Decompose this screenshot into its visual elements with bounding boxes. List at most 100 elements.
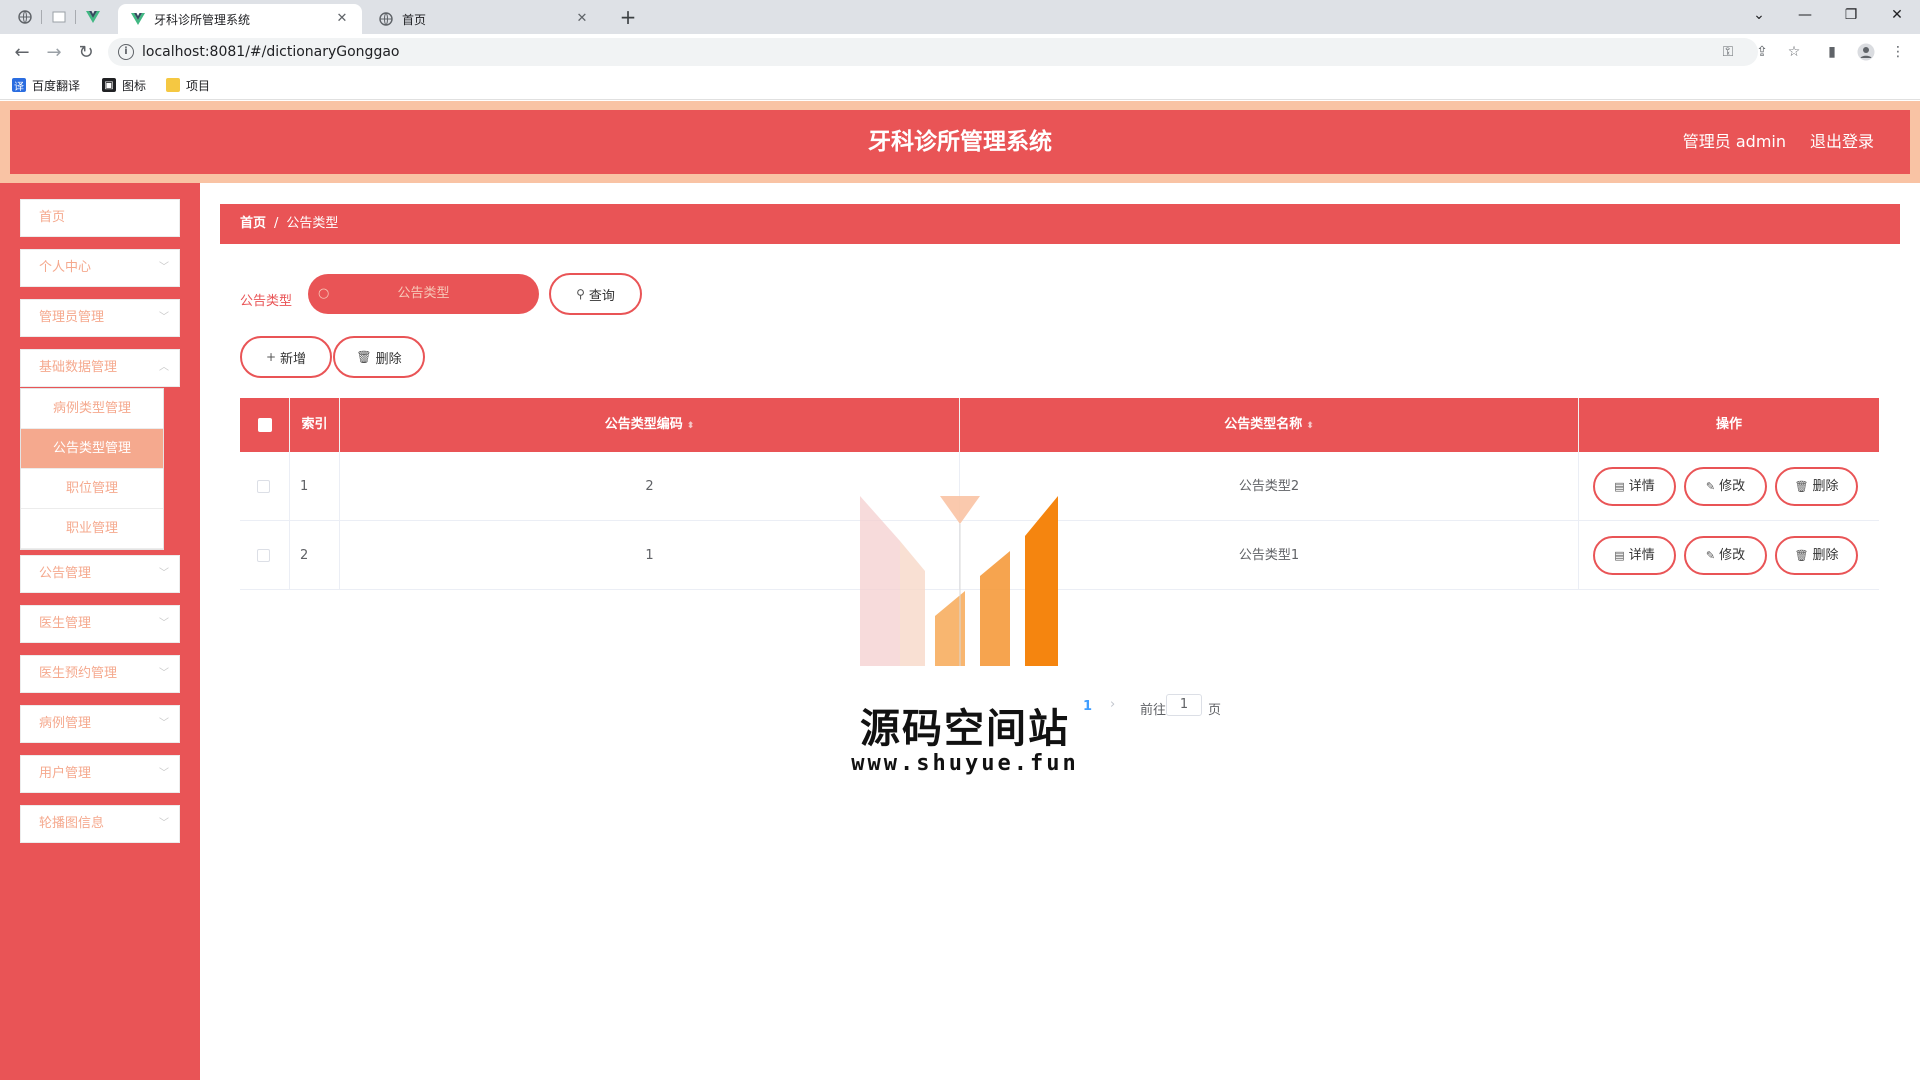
forward-icon[interactable]: →	[42, 40, 66, 64]
search-placeholder: 公告类型	[397, 286, 450, 301]
key-icon[interactable]: ⚿	[1718, 42, 1738, 62]
submenu-item-occupation[interactable]: 职业管理	[21, 509, 163, 549]
translate-icon: 译	[12, 78, 26, 93]
pinned-tab-2[interactable]	[42, 4, 76, 30]
row-code: 2	[340, 452, 960, 521]
sidebar-item-label: 管理员管理	[39, 310, 105, 325]
info-icon[interactable]: i	[118, 44, 134, 60]
chevron-down-icon: ﹀	[159, 568, 169, 579]
breadcrumb-current: 公告类型	[286, 216, 339, 231]
detail-button[interactable]: ▤ 详情	[1593, 467, 1676, 506]
next-page-icon[interactable]: ›	[1110, 697, 1115, 712]
bulk-delete-button[interactable]: 🗑 删除	[333, 336, 425, 378]
header-name[interactable]: 公告类型名称 ⬍	[960, 398, 1579, 452]
page-icon	[52, 11, 66, 23]
row-checkbox[interactable]	[257, 549, 270, 562]
select-all-checkbox[interactable]	[258, 418, 272, 432]
page-unit: 页	[1208, 703, 1222, 718]
submenu-item-position[interactable]: 职位管理	[21, 469, 163, 509]
sort-icon[interactable]: ⬍	[687, 421, 695, 431]
trash-icon: 🗑	[1794, 549, 1809, 562]
sort-icon[interactable]: ⬍	[1306, 421, 1314, 431]
trash-icon: 🗑	[1794, 480, 1809, 493]
new-tab-button[interactable]: +	[616, 6, 640, 30]
document-icon: ▤	[1614, 480, 1625, 493]
goto-page-input[interactable]: 1	[1166, 694, 1202, 716]
page-number-current[interactable]: 1	[1083, 699, 1092, 714]
sidebar-item-case[interactable]: 病例管理 ﹀	[20, 705, 180, 743]
pinned-tab-3[interactable]	[76, 4, 110, 30]
close-icon[interactable]: ✕	[334, 11, 350, 27]
browser-tab-strip: 牙科诊所管理系统 ✕ 首页 ✕ + ⌄ — ❐ ✕	[0, 0, 1920, 34]
chevron-up-icon: ︿	[159, 362, 169, 373]
window-close-icon[interactable]: ✕	[1874, 0, 1920, 30]
sidebar-item-home[interactable]: 首页	[20, 199, 180, 237]
delete-label: 删除	[1812, 479, 1839, 494]
chevron-down-icon: ﹀	[159, 668, 169, 679]
chevron-down-icon: ﹀	[159, 312, 169, 323]
basic-data-submenu: 病例类型管理 公告类型管理 职位管理 职业管理	[20, 388, 164, 550]
header-band: 牙科诊所管理系统 管理员 admin 退出登录	[0, 101, 1920, 183]
restore-icon[interactable]: ❐	[1828, 0, 1874, 30]
breadcrumb-separator: /	[274, 216, 279, 231]
sidebar-item-basic-data[interactable]: 基础数据管理 ︿	[20, 349, 180, 387]
header-index: 索引	[290, 398, 340, 452]
globe-icon	[18, 10, 32, 24]
chevron-down-icon: ﹀	[159, 768, 169, 779]
sidebar-item-profile[interactable]: 个人中心 ﹀	[20, 249, 180, 287]
close-icon[interactable]: ✕	[574, 11, 590, 27]
star-icon[interactable]: ☆	[1784, 42, 1804, 62]
sidebar-item-label: 病例管理	[39, 716, 92, 731]
minimize-icon[interactable]: —	[1782, 0, 1828, 30]
search-label: 公告类型	[240, 294, 293, 309]
header-code[interactable]: 公告类型编码 ⬍	[340, 398, 960, 452]
header-code-label: 公告类型编码	[604, 417, 683, 432]
tab-search-icon[interactable]: ⌄	[1736, 0, 1782, 30]
edit-label: 修改	[1719, 479, 1746, 494]
sidebar-item-label: 用户管理	[39, 766, 92, 781]
globe-icon	[378, 11, 394, 27]
row-select-cell	[240, 521, 290, 590]
table-header: 索引 公告类型编码 ⬍ 公告类型名称 ⬍ 操作	[240, 398, 1879, 452]
row-checkbox[interactable]	[257, 480, 270, 493]
detail-button[interactable]: ▤ 详情	[1593, 536, 1676, 575]
submenu-item-case-type[interactable]: 病例类型管理	[21, 389, 163, 429]
address-bar[interactable]: i localhost:8081/#/dictionaryGonggao	[108, 38, 1758, 66]
chevron-down-icon: ﹀	[159, 618, 169, 629]
row-ops: ▤ 详情 ✎ 修改 🗑 删除	[1579, 521, 1879, 590]
bookmark-baidu-translate[interactable]: 译 百度翻译	[12, 76, 80, 94]
delete-button[interactable]: 🗑 删除	[1775, 536, 1858, 575]
vue-icon	[130, 11, 146, 27]
tab-home[interactable]: 首页 ✕	[366, 4, 602, 34]
sidebar-item-user[interactable]: 用户管理 ﹀	[20, 755, 180, 793]
add-button-label: 新增	[280, 351, 307, 367]
menu-dots-icon[interactable]: ⋮	[1888, 42, 1908, 62]
breadcrumb-home[interactable]: 首页	[240, 216, 266, 231]
sidebar-item-appointment[interactable]: 医生预约管理 ﹀	[20, 655, 180, 693]
pinned-tab-1[interactable]	[8, 4, 42, 30]
submenu-item-notice-type[interactable]: 公告类型管理	[21, 429, 163, 469]
edit-button[interactable]: ✎ 修改	[1684, 467, 1767, 506]
sidebar-item-carousel[interactable]: 轮播图信息 ﹀	[20, 805, 180, 843]
table-row: 2 1 公告类型1 ▤ 详情 ✎ 修改 🗑 删除	[240, 521, 1879, 590]
edit-button[interactable]: ✎ 修改	[1684, 536, 1767, 575]
folder-icon	[166, 78, 180, 92]
logout-link[interactable]: 退出登录	[1810, 110, 1874, 174]
sidebar-item-doctor[interactable]: 医生管理 ﹀	[20, 605, 180, 643]
sidebar-item-notice[interactable]: 公告管理 ﹀	[20, 555, 180, 593]
tab-dental-system[interactable]: 牙科诊所管理系统 ✕	[118, 4, 362, 34]
bookmark-project[interactable]: 项目	[166, 76, 210, 94]
row-ops: ▤ 详情 ✎ 修改 🗑 删除	[1579, 452, 1879, 521]
sidebar-item-admin[interactable]: 管理员管理 ﹀	[20, 299, 180, 337]
side-panel-icon[interactable]: ▮	[1822, 42, 1842, 62]
app-title: 牙科诊所管理系统	[868, 129, 1052, 155]
search-input[interactable]: ○ 公告类型	[308, 274, 539, 314]
reload-icon[interactable]: ↻	[74, 40, 98, 64]
share-icon[interactable]: ⇪	[1752, 42, 1772, 62]
bookmark-icons[interactable]: ▣ 图标	[102, 76, 146, 94]
delete-button[interactable]: 🗑 删除	[1775, 467, 1858, 506]
profile-icon[interactable]	[1856, 42, 1876, 62]
back-icon[interactable]: ←	[10, 40, 34, 64]
query-button[interactable]: ⚲ 查询	[549, 273, 642, 315]
add-button[interactable]: + 新增	[240, 336, 332, 378]
